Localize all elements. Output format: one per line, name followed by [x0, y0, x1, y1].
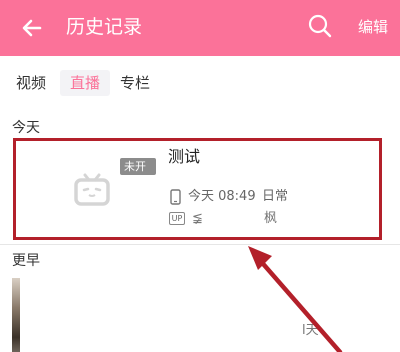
category-tabs: 视频 直播 专栏 [0, 56, 400, 108]
section-label-earlier: 更早 [12, 253, 40, 269]
divider [0, 244, 400, 245]
tab-video[interactable]: 视频 [16, 70, 46, 96]
edit-button[interactable]: 编辑 [358, 17, 388, 37]
earlier-record-thumbnail[interactable] [12, 278, 20, 352]
earlier-record-time: l天 [302, 323, 319, 338]
page-title: 历史记录 [66, 16, 143, 38]
search-button[interactable] [306, 12, 334, 40]
tab-live[interactable]: 直播 [60, 70, 110, 96]
section-label-today: 今天 [12, 120, 40, 136]
highlight-box [13, 138, 382, 240]
search-icon [308, 14, 332, 38]
back-arrow-icon [22, 19, 42, 37]
tab-column[interactable]: 专栏 [120, 70, 150, 96]
top-bar: 历史记录 编辑 [0, 0, 400, 56]
back-button[interactable] [18, 14, 46, 42]
